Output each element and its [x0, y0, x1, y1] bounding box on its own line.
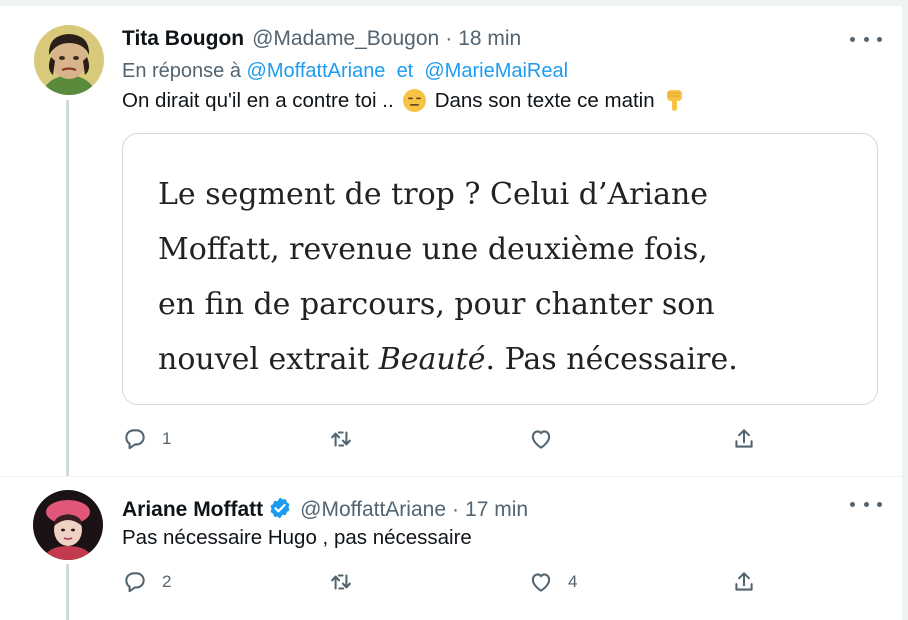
- timestamp[interactable]: 18 min: [458, 27, 521, 51]
- retweet-button[interactable]: [328, 569, 354, 595]
- user-handle[interactable]: @MoffattAriane: [300, 498, 446, 522]
- expressionless-face-emoji: [402, 88, 427, 113]
- reply-prefix: En réponse à: [122, 60, 241, 82]
- heart-icon: [531, 430, 551, 449]
- timestamp[interactable]: 17 min: [465, 498, 528, 522]
- tweet-text-part: Pas nécessaire Hugo , pas nécessaire: [122, 526, 472, 549]
- image-text-line: nouvel extrait Beauté. Pas nécessaire.: [158, 332, 858, 387]
- display-name[interactable]: Tita Bougon: [122, 27, 244, 51]
- share-button[interactable]: [731, 426, 757, 452]
- image-text-line: Moffatt, revenue une deuxième fois,: [158, 232, 708, 267]
- user-handle[interactable]: @Madame_Bougon: [252, 27, 439, 51]
- avatar-illustration: [34, 25, 104, 95]
- mention-link[interactable]: @MoffattAriane: [247, 60, 386, 82]
- mention-link[interactable]: @MarieMaiReal: [424, 60, 568, 82]
- reply-conjunction: et: [396, 60, 414, 82]
- reply-button[interactable]: 1: [122, 426, 171, 452]
- display-name[interactable]: Ariane Moffatt: [122, 498, 263, 522]
- image-text-segment: . Pas nécessaire.: [485, 342, 738, 377]
- more-options-icon[interactable]: [850, 29, 882, 49]
- retweet-icon: [331, 574, 351, 590]
- backhand-index-pointing-down-emoji: [663, 88, 688, 113]
- image-text-segment: nouvel extrait: [158, 342, 379, 377]
- verified-badge-icon: [268, 496, 292, 520]
- retweet-icon: [331, 431, 351, 447]
- reply-count: 2: [162, 572, 172, 591]
- tweet-divider: [0, 476, 902, 477]
- separator-dot: ·: [452, 498, 460, 521]
- reply-icon: [125, 572, 145, 593]
- separator-dot: ·: [445, 27, 453, 50]
- tweet-text-part: Dans son texte ce matin: [434, 88, 655, 112]
- share-button[interactable]: [731, 569, 757, 595]
- right-border: [902, 0, 908, 620]
- share-icon: [735, 429, 753, 448]
- image-text-line: Le segment de trop ? Celui d’Ariane: [158, 177, 709, 212]
- more-options-icon[interactable]: [850, 494, 882, 514]
- tweet-text: On dirait qu'il en a contre toi .. Dans …: [122, 88, 696, 113]
- tweet-header: Tita Bougon @Madame_Bougon · 18 min: [122, 27, 521, 51]
- retweet-button[interactable]: [328, 426, 354, 452]
- avatar[interactable]: [34, 25, 104, 95]
- thread-connector-line: [66, 100, 69, 476]
- like-button[interactable]: [528, 426, 554, 452]
- tweet-text-part: On dirait qu'il en a contre toi ..: [122, 88, 394, 112]
- image-text: Le segment de trop ? Celui d’Ariane Moff…: [158, 167, 858, 387]
- share-icon: [735, 572, 753, 591]
- thread-connector-line: [66, 564, 69, 620]
- reply-icon: [125, 429, 145, 450]
- heart-icon: [531, 573, 551, 592]
- replying-to: En réponse à @MoffattAriane et @MarieMai…: [122, 60, 568, 83]
- image-text-italic: Beauté: [378, 342, 486, 377]
- avatar[interactable]: [33, 490, 103, 560]
- reply-count: 1: [162, 429, 172, 448]
- like-button[interactable]: 4: [528, 569, 577, 595]
- reply-button[interactable]: 2: [122, 569, 171, 595]
- image-text-line: en fin de parcours, pour chanter son: [158, 287, 715, 322]
- tweet-text: Pas nécessaire Hugo , pas nécessaire: [122, 526, 472, 550]
- avatar-photo: [33, 490, 103, 560]
- embedded-image-card[interactable]: Le segment de trop ? Celui d’Ariane Moff…: [122, 133, 878, 405]
- top-border: [0, 0, 908, 6]
- tweet-header: Ariane Moffatt @MoffattAriane · 17 min: [122, 492, 528, 522]
- timeline-thread: Tita Bougon @Madame_Bougon · 18 min En r…: [0, 0, 908, 620]
- like-count: 4: [568, 572, 578, 591]
